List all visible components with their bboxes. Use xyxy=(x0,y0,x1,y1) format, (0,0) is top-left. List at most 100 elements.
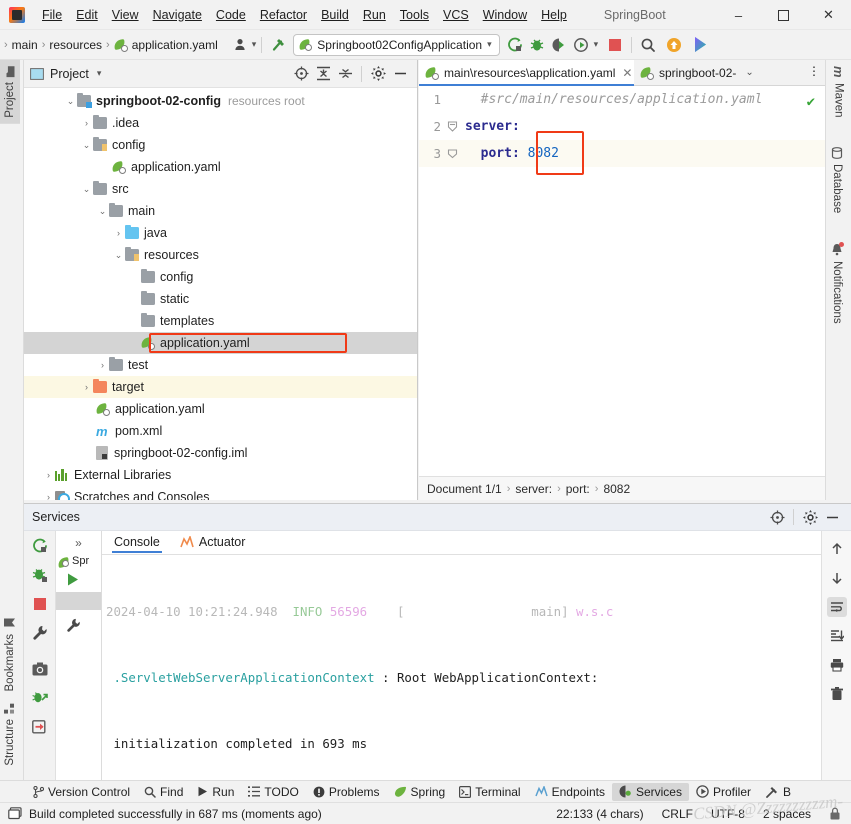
chevron-right-icon[interactable]: › xyxy=(80,118,93,128)
menu-edit[interactable]: Edit xyxy=(69,5,105,25)
chevron-down-icon[interactable]: ⌄ xyxy=(80,184,93,195)
toolwindow-profiler[interactable]: Profiler xyxy=(689,783,758,801)
editor-tab-options-icon[interactable]: ⋮ xyxy=(803,60,825,82)
services-locate-icon[interactable] xyxy=(766,506,788,528)
tree-item-root-application-yaml[interactable]: application.yaml xyxy=(24,398,417,420)
tree-item-resources-application-yaml[interactable]: application.yaml xyxy=(24,332,417,354)
minimize-button[interactable]: – xyxy=(716,0,761,30)
console-output[interactable]: 2024-04-10 10:21:24.948 INFO 56596 [ mai… xyxy=(102,555,821,797)
toolwindow-build[interactable]: B xyxy=(758,783,798,801)
chevron-right-icon[interactable]: › xyxy=(42,470,55,480)
camera-snapshot-icon[interactable] xyxy=(29,658,51,680)
toolwindow-problems[interactable]: Problems xyxy=(306,783,387,801)
tab-actuator[interactable]: Actuator xyxy=(178,533,248,552)
tree-item-templates[interactable]: templates xyxy=(24,310,417,332)
chevron-down-icon[interactable]: ⌄ xyxy=(96,206,109,217)
search-everywhere-button[interactable] xyxy=(637,34,659,56)
close-button[interactable]: ✕ xyxy=(806,0,851,30)
chevron-right-icon[interactable]: › xyxy=(112,228,125,238)
tree-item-idea[interactable]: › .idea xyxy=(24,112,417,134)
tree-item-static[interactable]: static xyxy=(24,288,417,310)
toolwindow-services[interactable]: Services xyxy=(611,782,689,801)
tab-console[interactable]: Console xyxy=(112,533,162,553)
services-tree-item-running[interactable] xyxy=(56,567,101,586)
menu-navigate[interactable]: Navigate xyxy=(146,5,209,25)
select-opened-file-icon[interactable] xyxy=(290,63,312,85)
services-tree-selected-row[interactable] xyxy=(56,592,101,610)
clear-all-icon[interactable] xyxy=(827,684,847,704)
sidebar-item-bookmarks[interactable]: Bookmarks xyxy=(0,611,20,698)
collapse-all-icon[interactable] xyxy=(334,63,356,85)
breadcrumb-document[interactable]: Document 1/1 xyxy=(427,482,502,496)
menu-file[interactable]: File xyxy=(35,5,69,25)
tree-item-iml[interactable]: springboot-02-config.iml xyxy=(24,442,417,464)
sidebar-item-maven[interactable]: m Maven xyxy=(826,60,851,123)
settings-wrench-icon[interactable] xyxy=(29,622,51,644)
editor-tab-springboot-02[interactable]: springboot-02- ⌄ xyxy=(634,60,760,85)
menu-code[interactable]: Code xyxy=(209,5,253,25)
line-separator[interactable]: CRLF xyxy=(662,807,693,821)
profile-caret-icon[interactable]: ▾ xyxy=(252,39,257,50)
tree-item-test[interactable]: › test xyxy=(24,354,417,376)
profile-run-button[interactable] xyxy=(570,34,592,56)
tree-item-scratches-and-consoles[interactable]: › Scratches and Consoles xyxy=(24,486,417,500)
debug-icon[interactable] xyxy=(29,564,51,586)
sidebar-item-project[interactable]: Project xyxy=(0,60,20,124)
toolwindow-spring[interactable]: Spring xyxy=(387,783,453,801)
services-tree[interactable]: » Spr xyxy=(56,531,102,797)
menu-vcs[interactable]: VCS xyxy=(436,5,476,25)
hide-panel-icon[interactable] xyxy=(389,63,411,85)
menu-view[interactable]: View xyxy=(105,5,146,25)
menu-help[interactable]: Help xyxy=(534,5,574,25)
build-hammer-icon[interactable] xyxy=(267,34,289,56)
fold-marker[interactable] xyxy=(447,121,465,132)
tree-item-springboot-02-config[interactable]: ⌄ springboot-02-config resources root xyxy=(24,90,417,112)
hide-panel-icon[interactable] xyxy=(821,506,843,528)
services-tree-config-icon[interactable] xyxy=(56,610,101,633)
stop-button[interactable] xyxy=(604,34,626,56)
tree-item-external-libraries[interactable]: › External Libraries xyxy=(24,464,417,486)
menu-window[interactable]: Window xyxy=(476,5,534,25)
menu-tools[interactable]: Tools xyxy=(393,5,436,25)
toolwindow-todo[interactable]: TODO xyxy=(241,783,305,801)
main-menu[interactable]: File Edit View Navigate Code Refactor Bu… xyxy=(35,5,574,25)
attach-debugger-icon[interactable] xyxy=(29,687,51,709)
fold-marker[interactable] xyxy=(447,148,465,159)
toolwindow-terminal[interactable]: Terminal xyxy=(452,783,527,801)
expand-all-icon[interactable] xyxy=(312,63,334,85)
previous-occurrence-icon[interactable] xyxy=(827,539,847,559)
next-occurrence-icon[interactable] xyxy=(827,568,847,588)
profile-inspections-icon[interactable] xyxy=(230,34,252,56)
breadcrumb-server[interactable]: server: xyxy=(515,482,552,496)
more-run-options-caret-icon[interactable]: ▾ xyxy=(594,39,599,50)
menu-refactor[interactable]: Refactor xyxy=(253,5,314,25)
maximize-button[interactable] xyxy=(761,0,806,30)
ide-assistant-button[interactable] xyxy=(689,34,711,56)
gear-icon[interactable] xyxy=(367,63,389,85)
tree-item-target[interactable]: › target xyxy=(24,376,417,398)
breadcrumb-port[interactable]: port: xyxy=(566,482,590,496)
build-status-message[interactable]: Build completed successfully in 687 ms (… xyxy=(29,807,322,821)
run-button[interactable] xyxy=(504,34,526,56)
scroll-to-end-icon[interactable] xyxy=(827,626,847,646)
soft-wrap-icon[interactable] xyxy=(826,597,847,617)
run-with-coverage-button[interactable] xyxy=(548,34,570,56)
breadcrumb-item-resources[interactable]: resources xyxy=(45,36,106,54)
tree-item-src[interactable]: ⌄ src xyxy=(24,178,417,200)
services-tree-collapse-icon[interactable]: » xyxy=(56,531,101,555)
stop-icon[interactable] xyxy=(29,593,51,615)
chevron-down-icon[interactable]: ⌄ xyxy=(64,96,77,107)
chevron-right-icon[interactable]: › xyxy=(96,360,109,370)
rerun-icon[interactable] xyxy=(29,535,51,557)
gear-icon[interactable] xyxy=(799,506,821,528)
breadcrumb-item-file[interactable]: application.yaml xyxy=(110,36,222,54)
chevron-down-icon[interactable]: ⌄ xyxy=(112,250,125,261)
breadcrumb-item-main[interactable]: main xyxy=(8,36,42,54)
debug-button[interactable] xyxy=(526,34,548,56)
menu-build[interactable]: Build xyxy=(314,5,356,25)
code-editor[interactable]: 1 #src/main/resources/application.yaml ✔… xyxy=(419,86,825,476)
tree-item-java[interactable]: › java xyxy=(24,222,417,244)
tree-item-pom-xml[interactable]: m pom.xml xyxy=(24,420,417,442)
sidebar-item-structure[interactable]: Structure xyxy=(0,697,20,772)
indent-setting[interactable]: 2 spaces xyxy=(763,807,811,821)
